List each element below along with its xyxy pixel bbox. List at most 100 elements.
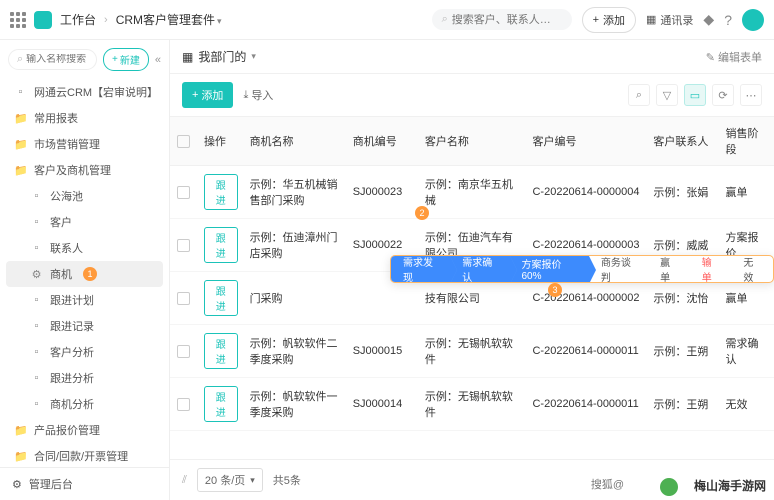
col-code[interactable]: 商机编号 <box>347 117 419 165</box>
global-search[interactable]: ⌕ <box>432 9 572 30</box>
nav-item[interactable]: ▫网通云CRM【宕审说明】 <box>0 79 169 105</box>
nav-item[interactable]: 📁客户及商机管理 <box>0 157 169 183</box>
stage-step[interactable]: 输单 <box>690 256 732 282</box>
doc-icon: ▫ <box>30 294 43 306</box>
select-all-checkbox[interactable] <box>177 135 190 148</box>
new-button[interactable]: +新建 <box>103 48 149 71</box>
callout-badge-3: 3 <box>548 283 562 297</box>
row-checkbox[interactable] <box>177 345 190 358</box>
stage-step[interactable]: 赢单 <box>648 256 690 282</box>
import-button[interactable]: ⤓导入 <box>243 87 273 103</box>
cell-customer-code: C-20220614-0000004 <box>526 166 647 218</box>
total-count: 共5条 <box>273 472 301 488</box>
nav-subitem[interactable]: ▫联系人 <box>0 235 169 261</box>
view-selector[interactable]: ▦ 我部门的 ▾ <box>182 48 256 65</box>
follow-button[interactable]: 跟进 <box>204 386 238 422</box>
refresh-icon[interactable]: ⟳ <box>712 84 734 106</box>
nav-subitem[interactable]: ▫ 客户 <box>0 209 169 235</box>
cell-code: SJ000014 <box>347 378 419 430</box>
nav-subitem[interactable]: ▫跟进计划 <box>0 287 169 313</box>
edit-form-link[interactable]: ✎ 编辑表单 <box>706 49 762 65</box>
col-customer-code[interactable]: 客户编号 <box>526 117 647 165</box>
nav-subitem[interactable]: ⚙ 商机 1 <box>6 261 163 287</box>
nav-label: 公海池 <box>50 188 83 204</box>
cell-customer: 示例：无锡帆软软件 <box>419 378 527 430</box>
more-icon[interactable]: ⋯ <box>740 84 762 106</box>
stage-step[interactable]: 需求发现 <box>391 256 450 282</box>
cell-name: 示例：帆软软件一季度采购 <box>244 378 347 430</box>
contacts-link[interactable]: ▦通讯录 <box>646 12 693 28</box>
nav-subitem[interactable]: ▫公海池 <box>0 183 169 209</box>
cell-contact: 示例：张娟 <box>647 166 719 218</box>
row-checkbox[interactable] <box>177 292 190 305</box>
cell-customer: 示例：无锡帆软软件 <box>419 325 527 377</box>
view-card-icon[interactable]: ▭ <box>684 84 706 106</box>
col-customer[interactable]: 客户名称 <box>419 117 527 165</box>
nav-label: 产品报价管理 <box>34 422 100 438</box>
nav-item[interactable]: 📁产品报价管理 <box>0 417 169 443</box>
row-checkbox[interactable] <box>177 186 190 199</box>
add-record-button[interactable]: +添加 <box>182 82 233 108</box>
nav-label: 商机 <box>50 266 72 282</box>
doc-icon: ▫ <box>30 216 43 228</box>
nav-item[interactable]: 📁 常用报表 <box>0 105 169 131</box>
stage-step[interactable]: 无效 <box>731 256 773 282</box>
cell-name: 示例：帆软软件二季度采购 <box>244 325 347 377</box>
apps-icon[interactable] <box>10 12 26 28</box>
col-contact[interactable]: 客户联系人 <box>647 117 719 165</box>
table-row[interactable]: 跟进示例：华五机械销售部门采购SJ000023示例：南京华五机械C-202206… <box>170 166 774 219</box>
table-row[interactable]: 跟进示例：帆软软件一季度采购SJ000014示例：无锡帆软软件C-2022061… <box>170 378 774 431</box>
breadcrumb-current[interactable]: CRM客户管理套件▾ <box>116 11 222 28</box>
stage-step[interactable]: 商务谈判 <box>589 256 648 282</box>
main-panel: ▦ 我部门的 ▾ ✎ 编辑表单 +添加 ⤓导入 ⌕ ▽ ▭ ⟳ ⋯ <box>170 40 774 500</box>
global-search-input[interactable] <box>452 14 562 26</box>
folder-icon: 📁 <box>14 112 27 125</box>
nav-item[interactable]: 📁合同/回款/开票管理 <box>0 443 169 467</box>
avatar[interactable] <box>742 9 764 31</box>
collapse-pager-icon[interactable]: ⫽ <box>182 474 187 487</box>
gear-icon: ⚙ <box>30 268 43 281</box>
stage-step[interactable]: 方案报价 60% <box>510 256 589 282</box>
page-size-select[interactable]: 20 条/页▾ <box>197 468 263 492</box>
cell-code: SJ000015 <box>347 325 419 377</box>
chevron-right-icon: › <box>104 14 108 26</box>
follow-button[interactable]: 跟进 <box>204 174 238 210</box>
nav-subitem[interactable]: ▫跟进分析 <box>0 365 169 391</box>
search-tool-icon[interactable]: ⌕ <box>628 84 650 106</box>
watermark-logo <box>660 478 678 496</box>
table-row[interactable]: 跟进示例：帆软软件二季度采购SJ000015示例：无锡帆软软件C-2022061… <box>170 325 774 378</box>
nav-badge: 1 <box>83 267 97 281</box>
plus-icon: + <box>112 54 118 65</box>
nav-label: 常用报表 <box>34 110 78 126</box>
sidebar-search[interactable]: ⌕ <box>8 49 97 70</box>
follow-button[interactable]: 跟进 <box>204 280 238 316</box>
sidebar-search-input[interactable] <box>26 54 88 65</box>
row-checkbox[interactable] <box>177 398 190 411</box>
follow-button[interactable]: 跟进 <box>204 333 238 369</box>
cell-customer: 示例：南京华五机械 <box>419 166 527 218</box>
bell-icon[interactable]: ◆ <box>703 11 714 28</box>
contacts-icon: ▦ <box>646 13 656 26</box>
nav-label: 客户分析 <box>50 344 94 360</box>
collapse-sidebar-icon[interactable]: « <box>155 54 161 66</box>
stage-step[interactable]: 需求确认 <box>450 256 509 282</box>
breadcrumb-root[interactable]: 工作台 <box>60 11 96 28</box>
nav-subitem[interactable]: ▫商机分析 <box>0 391 169 417</box>
doc-icon: ▫ <box>30 320 43 332</box>
nav-item[interactable]: 📁市场营销管理 <box>0 131 169 157</box>
col-name[interactable]: 商机名称 <box>244 117 347 165</box>
nav-label: 客户 <box>50 214 72 230</box>
nav-subitem[interactable]: ▫客户分析 <box>0 339 169 365</box>
callout-badge-2: 2 <box>415 206 429 220</box>
col-action: 操作 <box>198 117 244 165</box>
help-icon[interactable]: ? <box>724 12 732 28</box>
nav-subitem[interactable]: ▫跟进记录 <box>0 313 169 339</box>
add-button[interactable]: +添加 <box>582 7 636 33</box>
admin-link[interactable]: ⚙管理后台 <box>0 467 169 500</box>
follow-button[interactable]: 跟进 <box>204 227 238 263</box>
filter-icon[interactable]: ▽ <box>656 84 678 106</box>
row-checkbox[interactable] <box>177 239 190 252</box>
cell-stage: 赢单 <box>720 166 774 218</box>
search-icon: ⌕ <box>17 53 23 66</box>
col-stage[interactable]: 销售阶段 <box>720 117 774 165</box>
